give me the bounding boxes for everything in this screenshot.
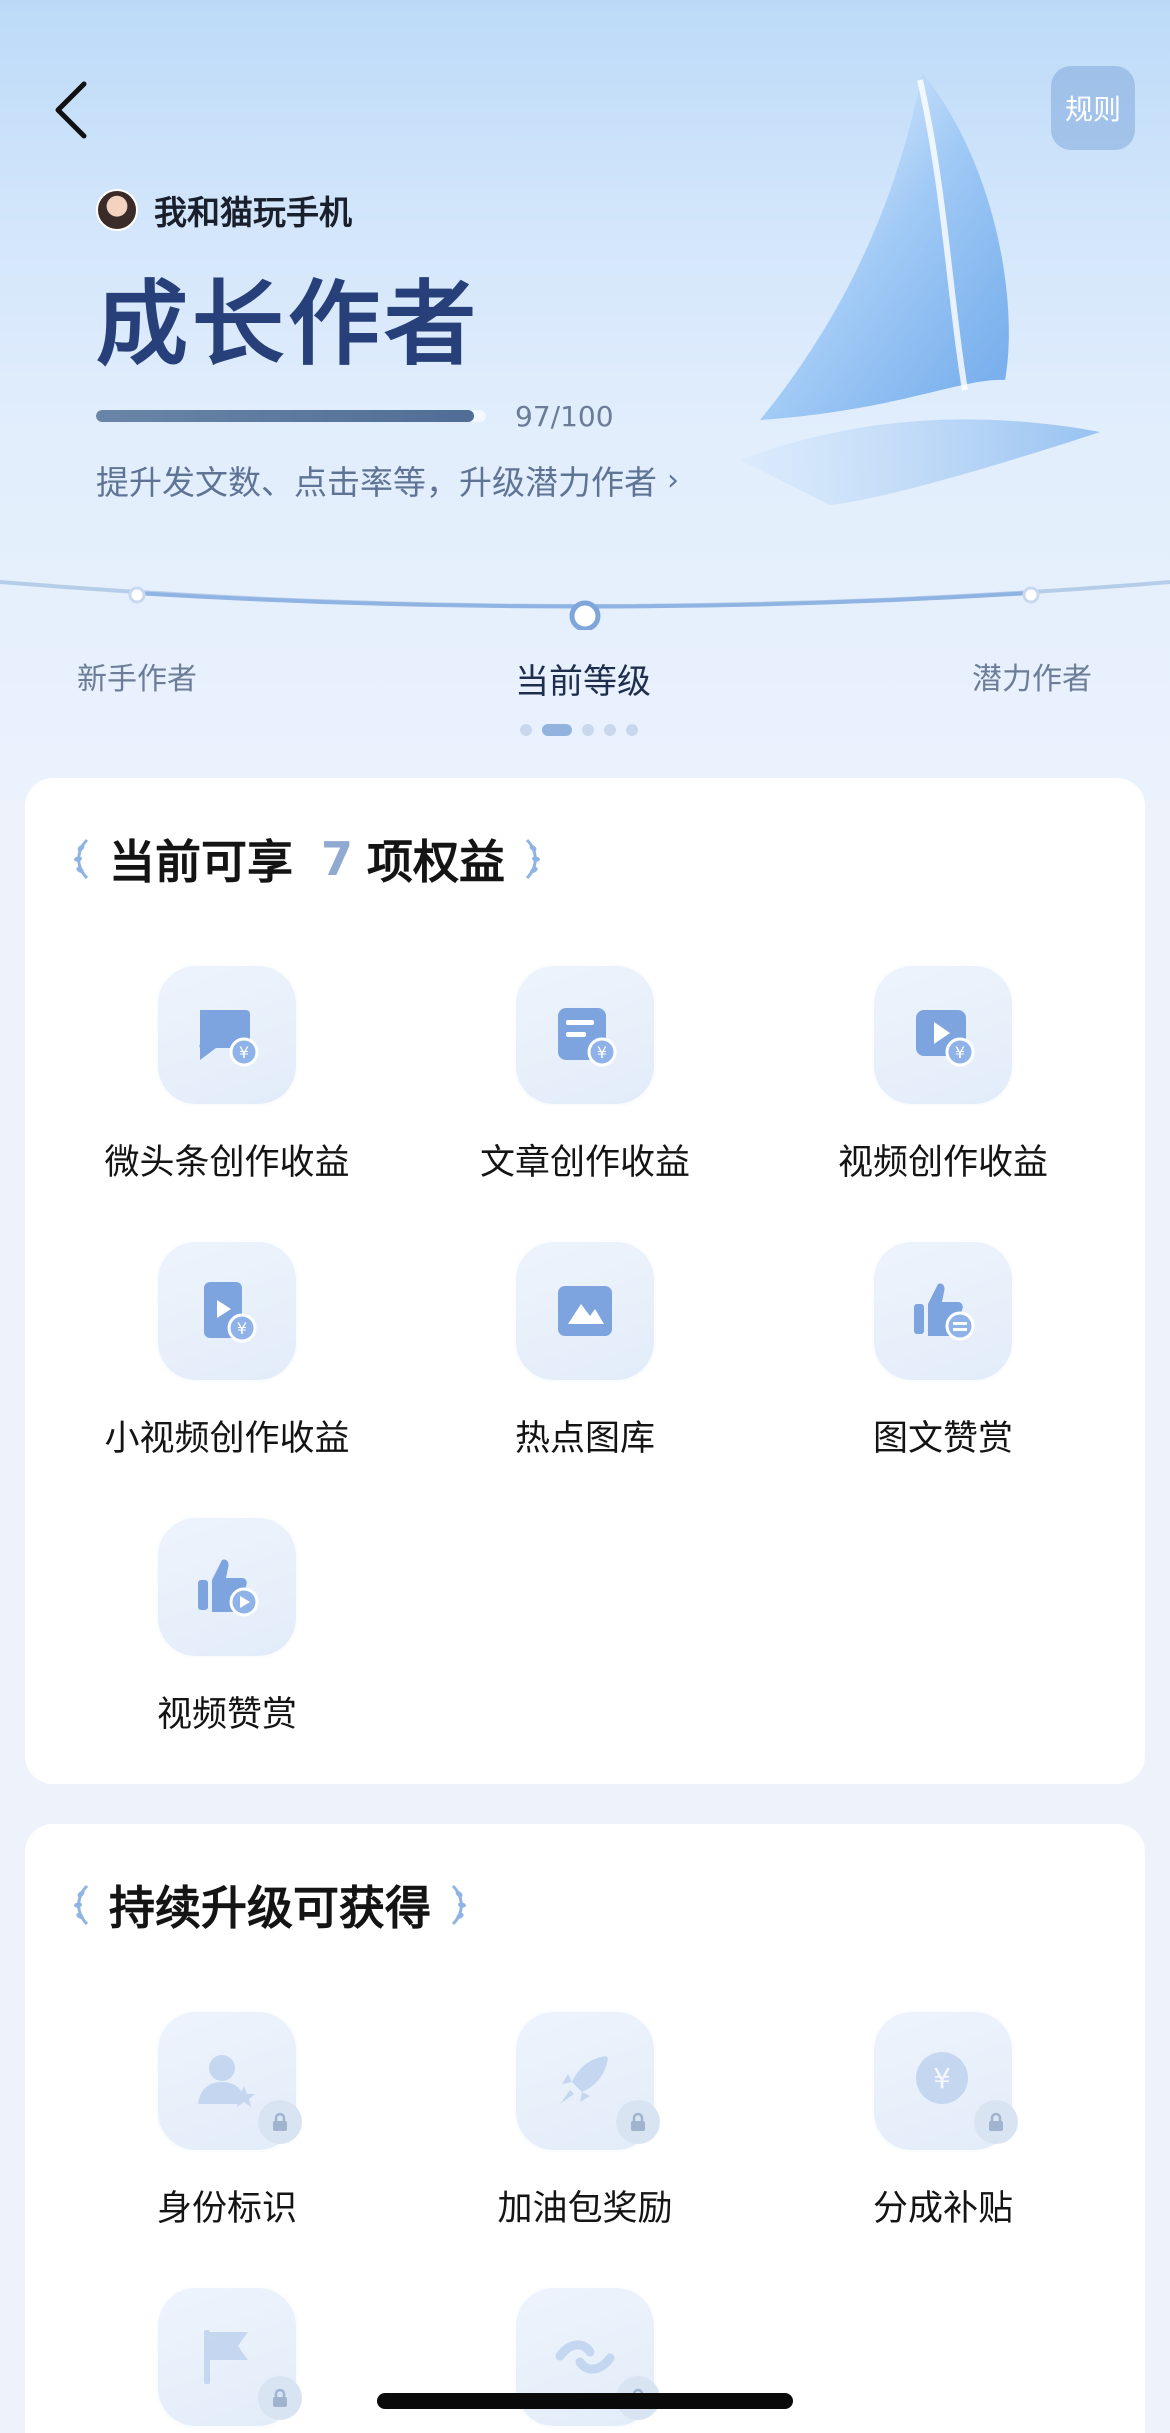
benefit-label: 身份标识 <box>156 2189 297 2229</box>
level-title: 成长作者 <box>96 271 481 378</box>
benefit-icon-tile <box>872 1240 1014 1382</box>
benefit-item[interactable]: 热点图库 <box>405 1240 765 1461</box>
svg-text:¥: ¥ <box>933 2062 951 2095</box>
benefit-item[interactable]: 视频赞赏 <box>47 1516 407 1737</box>
laurel-left-icon <box>74 1884 89 1926</box>
comment-yuan-icon: ¥ <box>199 1010 259 1067</box>
benefit-icon-tile: ¥ <box>872 2010 1018 2152</box>
rocket-icon <box>560 2056 608 2104</box>
locked-benefit-item[interactable]: 加油包奖励 <box>405 2010 765 2231</box>
benefit-label: 分成补贴 <box>872 2189 1013 2229</box>
hero-header: 规则 我和猫玩手机 成长作者 97/100 提升发文数、点击率等，升级潜力作者 … <box>0 0 1170 800</box>
benefit-icon-tile <box>514 2010 660 2152</box>
pager-dot <box>520 724 532 736</box>
upgrade-hint-link[interactable]: 提升发文数、点击率等，升级潜力作者 › <box>96 456 679 504</box>
user-info: 我和猫玩手机 <box>96 186 352 234</box>
upgrade-benefits-card: 持续升级可获得 身份标识 加油包奖励 ¥ 分成补贴 <box>25 1824 1145 2433</box>
level-next-label[interactable]: 潜力作者 <box>972 654 1092 698</box>
laurel-right-icon <box>525 838 540 880</box>
chevron-right-icon: › <box>667 462 679 498</box>
lock-icon <box>616 2100 660 2144</box>
benefit-label: 图文赞赏 <box>872 1419 1013 1459</box>
svg-text:¥: ¥ <box>237 1319 247 1338</box>
benefit-label: 热点图库 <box>514 1419 655 1459</box>
benefit-item[interactable]: 图文赞赏 <box>763 1240 1123 1461</box>
pager-dot <box>604 724 616 736</box>
benefit-icon-tile: ¥ <box>156 1240 298 1382</box>
benefit-icon-tile <box>514 1240 656 1382</box>
thumbs-up-text-icon <box>914 1283 975 1341</box>
upgrade-benefits-title: 持续升级可获得 <box>69 1872 471 1938</box>
benefit-icon-tile <box>156 2010 302 2152</box>
locked-benefit-item[interactable]: ¥ 分成补贴 <box>763 2010 1123 2231</box>
thumbs-up-video-icon <box>198 1559 259 1617</box>
sailboat-illustration <box>740 72 1100 505</box>
upgrade-title-text: 持续升级可获得 <box>109 1881 431 1935</box>
level-track <box>0 580 1170 630</box>
lock-icon <box>974 2100 1018 2144</box>
locked-benefit-item[interactable]: 身份标识 <box>47 2010 407 2231</box>
user-star-icon <box>198 2055 255 2107</box>
svg-text:¥: ¥ <box>597 1043 607 1062</box>
benefit-icon-tile: ¥ <box>156 964 298 1106</box>
upgrade-hint-text: 提升发文数、点击率等，升级潜力作者 <box>96 463 657 502</box>
flag-icon <box>204 2330 248 2384</box>
benefit-label: 加油包奖励 <box>497 2189 673 2229</box>
pager-dots <box>520 724 638 736</box>
lock-icon <box>258 2376 302 2420</box>
locked-benefit-item[interactable] <box>405 2286 765 2433</box>
benefits-count: 7 <box>321 832 354 886</box>
benefit-label: 视频赞赏 <box>156 1695 297 1735</box>
laurel-right-icon <box>451 1884 466 1926</box>
video-yuan-icon: ¥ <box>916 1010 975 1067</box>
home-indicator[interactable] <box>377 2393 793 2409</box>
benefit-label: 视频创作收益 <box>837 1143 1048 1183</box>
svg-text:¥: ¥ <box>239 1043 249 1062</box>
benefit-label: 文章创作收益 <box>479 1143 690 1183</box>
benefits-title-prefix: 当前可享 <box>109 835 293 889</box>
benefit-item[interactable]: ¥ 小视频创作收益 <box>47 1240 407 1461</box>
benefit-label: 小视频创作收益 <box>104 1419 350 1459</box>
benefit-item[interactable]: ¥ 微头条创作收益 <box>47 964 407 1185</box>
avatar <box>96 189 138 231</box>
level-progress-bar <box>96 410 486 422</box>
benefit-icon-tile <box>156 2286 302 2428</box>
back-arrow-icon[interactable] <box>48 78 98 142</box>
image-gallery-icon <box>558 1286 612 1336</box>
level-prev-label[interactable]: 新手作者 <box>77 654 197 698</box>
current-benefits-card: 当前可享 7 项权益 ¥ 微头条创作收益 ¥ 文章创作收益 ¥ 视频创作收益 ¥… <box>25 778 1145 1784</box>
pager-dot <box>582 724 594 736</box>
pager-dot <box>626 724 638 736</box>
level-progress-fill <box>96 410 475 422</box>
lock-icon <box>258 2100 302 2144</box>
benefit-item[interactable]: ¥ 视频创作收益 <box>763 964 1123 1185</box>
user-name: 我和猫玩手机 <box>154 193 352 232</box>
benefit-label: 微头条创作收益 <box>104 1143 350 1183</box>
article-yuan-icon: ¥ <box>558 1008 617 1067</box>
svg-text:¥: ¥ <box>955 1043 965 1062</box>
short-video-yuan-icon: ¥ <box>204 1282 257 1343</box>
level-current-label: 当前等级 <box>515 662 651 702</box>
benefits-title-suffix: 项权益 <box>367 835 506 889</box>
benefit-icon-tile: ¥ <box>872 964 1014 1106</box>
benefit-item[interactable]: ¥ 文章创作收益 <box>405 964 765 1185</box>
benefit-icon-tile: ¥ <box>514 964 656 1106</box>
laurel-left-icon <box>74 838 89 880</box>
link-icon <box>555 2340 615 2374</box>
current-benefits-title: 当前可享 7 项权益 <box>69 826 545 892</box>
benefit-icon-tile <box>156 1516 298 1658</box>
pager-dot-active <box>542 724 572 736</box>
yuan-coin-icon: ¥ <box>916 2052 968 2104</box>
locked-benefit-item[interactable] <box>47 2286 407 2433</box>
level-progress-text: 97/100 <box>515 400 614 433</box>
